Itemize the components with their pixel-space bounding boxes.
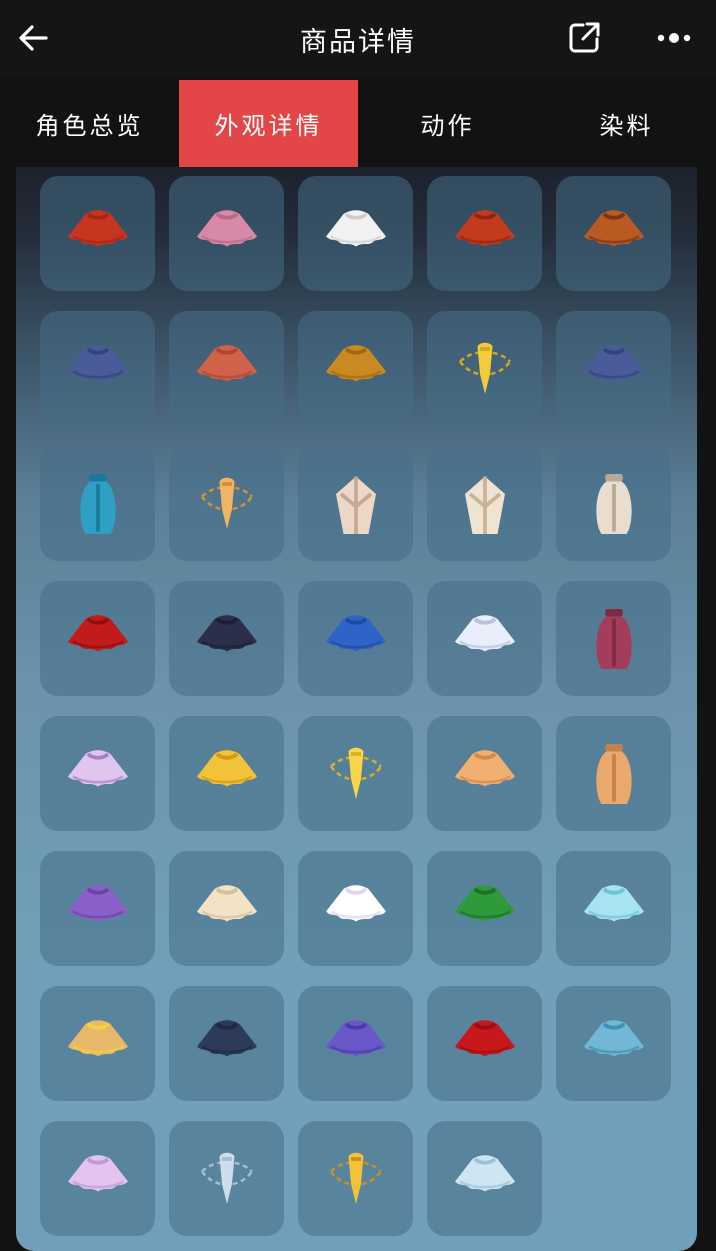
robe-cape-icon [464,476,505,534]
cape-icon [583,344,644,381]
tab-character-overview[interactable]: 角色总览 [0,80,179,167]
outfit-item-tile[interactable] [427,581,542,696]
outfit-item-tile[interactable] [427,716,542,831]
outfit-item-tile[interactable] [427,311,542,426]
outfit-item-tile[interactable] [169,311,284,426]
cape-icon [67,614,128,651]
cape-icon [454,209,515,246]
cape-icon [583,209,644,246]
outfit-item-tile[interactable] [40,986,155,1101]
cape-icon [454,884,515,921]
top-bar: 商品详情 [0,0,716,78]
item-grid [40,176,671,1236]
tab-bar: 角色总览 外观详情 动作 染料 [0,80,716,167]
outfit-item-tile[interactable] [169,716,284,831]
outfit-item-tile[interactable] [40,446,155,561]
outfit-item-tile[interactable] [427,176,542,291]
cape-icon [196,1019,257,1056]
cape-icon [67,344,128,381]
more-dots-icon [657,33,691,43]
cape-icon [454,749,515,786]
share-icon [569,22,600,53]
scarf-icon [200,477,253,529]
outfit-item-tile[interactable] [298,311,413,426]
outfit-item-tile[interactable] [40,1121,155,1236]
cape-icon [583,1019,644,1056]
outfit-item-tile[interactable] [169,1121,284,1236]
cape-icon [454,1154,515,1191]
cape-icon [67,884,128,921]
outfit-item-tile[interactable] [556,851,671,966]
page-title: 商品详情 [300,26,416,58]
cape-icon [325,884,386,921]
tab-appearance-details[interactable]: 外观详情 [179,80,358,167]
scarf-icon [329,747,382,799]
outfit-item-tile[interactable] [169,986,284,1101]
outfit-item-tile[interactable] [427,851,542,966]
cape-icon [67,1019,128,1056]
long-cape-icon [595,473,632,534]
cape-icon [454,1019,515,1056]
outfit-item-tile[interactable] [298,446,413,561]
scarf-icon [200,1152,253,1204]
tab-actions[interactable]: 动作 [358,80,537,167]
cape-icon [325,344,386,381]
outfit-item-tile[interactable] [298,176,413,291]
long-cape-icon [595,743,632,804]
outfit-item-tile[interactable] [169,176,284,291]
tab-dyes[interactable]: 染料 [537,80,716,167]
outfit-item-tile[interactable] [40,311,155,426]
robe-cape-icon [335,476,376,534]
cape-icon [196,749,257,786]
cape-icon [196,344,257,381]
cape-icon [196,614,257,651]
share-button[interactable] [562,16,606,60]
cape-icon [67,749,128,786]
long-cape-icon [79,473,116,534]
outfit-item-tile[interactable] [556,716,671,831]
cape-icon [67,209,128,246]
scarf-icon [329,1152,382,1204]
outfit-item-tile[interactable] [169,851,284,966]
outfit-item-tile[interactable] [427,1121,542,1236]
long-cape-icon [595,608,632,669]
outfit-item-tile[interactable] [40,581,155,696]
outfit-item-tile[interactable] [40,851,155,966]
outfit-item-tile[interactable] [298,1121,413,1236]
cape-icon [196,884,257,921]
outfit-item-tile[interactable] [298,986,413,1101]
cape-icon [196,209,257,246]
outfit-item-tile[interactable] [40,716,155,831]
cape-icon [583,884,644,921]
outfit-item-tile[interactable] [556,176,671,291]
outfit-item-tile[interactable] [427,446,542,561]
outfit-item-tile[interactable] [298,581,413,696]
outfit-item-tile[interactable] [169,581,284,696]
cape-icon [325,614,386,651]
outfit-item-tile[interactable] [298,851,413,966]
outfit-item-tile[interactable] [298,716,413,831]
scarf-icon [458,342,511,394]
outfit-item-tile[interactable] [169,446,284,561]
more-button[interactable] [648,16,700,60]
outfit-item-tile[interactable] [556,446,671,561]
outfit-item-tile[interactable] [40,176,155,291]
outfit-item-tile[interactable] [556,311,671,426]
outfit-item-tile[interactable] [427,986,542,1101]
cape-icon [454,614,515,651]
cape-icon [325,1019,386,1056]
cape-icon [67,1154,128,1191]
outfit-item-tile[interactable] [556,986,671,1101]
cape-icon [325,209,386,246]
outfit-item-tile[interactable] [556,581,671,696]
appearance-panel [16,167,697,1251]
